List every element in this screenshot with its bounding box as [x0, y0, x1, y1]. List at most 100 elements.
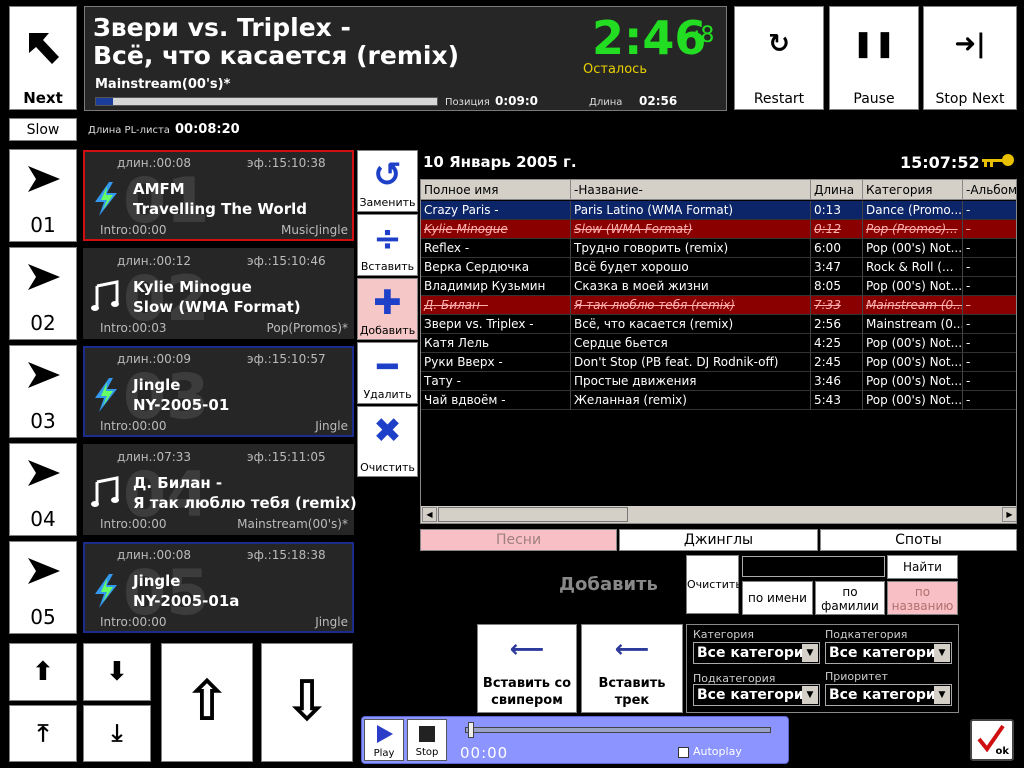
pause-button[interactable]: ❚❚ Pause	[829, 6, 919, 110]
priority-select-value: Все категории	[829, 687, 946, 703]
search-by-title-button[interactable]: по названию	[887, 581, 958, 615]
play-button-label: Play	[373, 748, 395, 759]
playlist-slot-02[interactable]: 02 длин.:00:12 эф.:15:10:46 Kylie Minogu…	[83, 248, 354, 339]
slot-03-button[interactable]: 03	[9, 345, 77, 438]
horizontal-scrollbar[interactable]: ◀ ▶	[421, 506, 1016, 523]
slot-intro: Intro:00:03	[100, 321, 167, 335]
stop-next-button[interactable]: ➜| Stop Next	[923, 6, 1017, 110]
scroll-left-icon[interactable]: ◀	[422, 507, 437, 522]
subcategory2-select[interactable]: Все категории ▼	[693, 684, 820, 706]
tab-spots[interactable]: Споты	[820, 529, 1017, 551]
playlist-slot-03[interactable]: 03 длин.:00:09 эф.:15:10:57 Jingle NY-20…	[83, 346, 354, 437]
add-button[interactable]: ✚ Добавить	[357, 278, 418, 340]
move-bottom-button[interactable]: ⤓	[83, 705, 151, 762]
search-by-surname-button[interactable]: по фамилии	[815, 581, 885, 615]
subcategory-label: Подкатегория	[825, 628, 908, 641]
col-header-length[interactable]: Длина	[811, 180, 863, 200]
slot-04-button[interactable]: 04	[9, 443, 77, 536]
cell: Трудно говорить (remix)	[571, 239, 811, 258]
table-row[interactable]: Crazy Paris - Paris Latino (WMA Format) 0:…	[421, 201, 1016, 220]
table-row[interactable]: Чай вдвоём - Желанная (remix) 5:43 Pop (00'…	[421, 391, 1016, 410]
autoplay-checkbox[interactable]	[678, 747, 689, 758]
table-row[interactable]: Д. Билан -Я так люблю тебя (remix) 7:33 Ma…	[421, 296, 1016, 315]
col-header-title[interactable]: -Название-	[571, 180, 811, 200]
replace-button[interactable]: ↺ Заменить	[357, 150, 418, 212]
table-row[interactable]: Владимир Кузьмин Сказка в моей жизни 8:05 P…	[421, 277, 1016, 296]
slot-artist: Д. Билан -	[133, 474, 223, 492]
stop-button[interactable]: Stop	[407, 719, 447, 761]
stop-button-label: Stop	[415, 747, 439, 758]
insert-button[interactable]: ÷ Вставить	[357, 214, 418, 276]
slot-number: 02	[30, 311, 56, 335]
play-arrow-icon	[28, 460, 60, 486]
slot-air-time: эф.:15:11:05	[247, 450, 326, 464]
subcategory-select[interactable]: Все категории ▼	[825, 642, 952, 664]
delete-button[interactable]: ━ Удалить	[357, 342, 418, 404]
move-to-start-button[interactable]: ⇧	[161, 643, 253, 762]
cell: Dance (Promo...	[863, 201, 963, 220]
clear-playlist-button-label: Очистить	[360, 461, 415, 474]
move-up-button[interactable]: ⬆	[9, 643, 77, 701]
col-header-fullname[interactable]: Полное имя	[421, 180, 571, 200]
insert-with-sweeper-button[interactable]: ⟵ Вставить со свипером	[477, 624, 577, 713]
category-select[interactable]: Все категории ▼	[693, 642, 820, 664]
search-by-name-button[interactable]: по имени	[742, 581, 813, 615]
slow-button[interactable]: Slow	[9, 118, 77, 141]
playlist-slot-04[interactable]: 04 длин.:07:33 эф.:15:11:05 Д. Билан - Я…	[83, 444, 357, 535]
slot-02-button[interactable]: 02	[9, 247, 77, 340]
cell: -	[963, 201, 1016, 220]
table-row[interactable]: Катя Лель Сердце бьется 4:25 Pop (00's) Not…	[421, 334, 1016, 353]
find-button[interactable]: Найти	[887, 555, 958, 579]
cell: Pop (00's) Not...	[863, 334, 963, 353]
slot-duration: длин.:00:12	[117, 254, 192, 268]
insert-track-label: Вставить трек	[598, 676, 666, 708]
move-top-button[interactable]: ⤒	[9, 705, 77, 762]
cell: 4:25	[811, 334, 863, 353]
library-table[interactable]: Полное имя -Название- Длина Категория -А…	[420, 179, 1017, 524]
table-row[interactable]: Верка Сердючка Всё будет хорошо 3:47 Rock &…	[421, 258, 1016, 277]
slot-01-button[interactable]: 01	[9, 149, 77, 242]
slot-song: NY-2005-01a	[133, 592, 240, 610]
search-input[interactable]	[742, 556, 885, 577]
table-row[interactable]: Тату - Простые движения 3:46 Pop (00's) Not…	[421, 372, 1016, 391]
clear-playlist-button[interactable]: ✖ Очистить	[357, 406, 418, 477]
now-playing-progress[interactable]	[95, 97, 438, 106]
tab-songs[interactable]: Песни	[420, 529, 617, 551]
table-row[interactable]: Руки Вверх - Don't Stop (PB feat. DJ Rodn…	[421, 353, 1016, 372]
table-row[interactable]: Reflex - Трудно говорить (remix) 6:00 Pop (…	[421, 239, 1016, 258]
move-to-end-button[interactable]: ⇩	[261, 643, 353, 762]
chevron-down-icon[interactable]: ▼	[934, 686, 950, 704]
scroll-thumb[interactable]	[438, 507, 628, 522]
ok-button[interactable]: ok	[970, 719, 1014, 761]
chevron-down-icon[interactable]: ▼	[934, 644, 950, 662]
playlist-slot-01[interactable]: 01 длин.:00:08 эф.:15:10:38 AMFM Travell…	[83, 150, 354, 241]
priority-select[interactable]: Все категории ▼	[825, 684, 952, 706]
arrow-left-icon: ⟵	[509, 635, 545, 663]
col-header-category[interactable]: Категория	[863, 180, 963, 200]
next-button[interactable]: Next	[9, 6, 77, 110]
table-row[interactable]: Звери vs. Triplex - Всё, что касается (re…	[421, 315, 1016, 334]
chevron-down-icon[interactable]: ▼	[802, 686, 818, 704]
insert-track-button[interactable]: ⟵ Вставить трек	[581, 624, 683, 713]
chevron-down-icon[interactable]: ▼	[802, 644, 818, 662]
scroll-right-icon[interactable]: ▶	[1002, 507, 1016, 522]
seek-slider-thumb[interactable]	[468, 722, 474, 738]
tab-jingles[interactable]: Джинглы	[619, 529, 818, 551]
play-button[interactable]: Play	[364, 719, 404, 761]
playlist-slot-05[interactable]: 05 длин.:00:08 эф.:15:18:38 Jingle NY-20…	[83, 542, 354, 633]
subcategory2-select-value: Все категории	[697, 687, 814, 703]
position-value: 0:09:0	[495, 94, 538, 108]
seek-slider[interactable]	[465, 727, 771, 733]
add-section-label: Добавить	[559, 574, 658, 595]
date-display: 10 Январь 2005 г.	[423, 153, 577, 171]
table-row[interactable]: Kylie Minogue Slow (WMA Format) 0:12 Pop (P…	[421, 220, 1016, 239]
preview-player: Play Stop 00:00 Autoplay	[361, 716, 789, 764]
clear-search-button[interactable]: Очистить	[686, 555, 742, 614]
slot-song: Travelling The World	[133, 200, 308, 218]
position-label: Позиция	[445, 97, 490, 108]
slot-05-button[interactable]: 05	[9, 541, 77, 634]
cell: 3:46	[811, 372, 863, 391]
move-down-button[interactable]: ⬇	[83, 643, 151, 701]
restart-button[interactable]: ↻ Restart	[734, 6, 824, 110]
col-header-album[interactable]: -Альбом	[963, 180, 1016, 200]
